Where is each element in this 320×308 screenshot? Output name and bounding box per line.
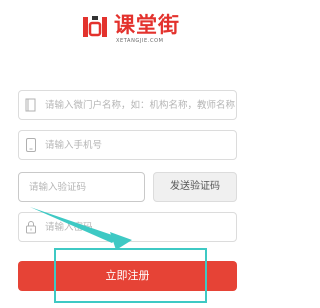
logo-icon: [83, 16, 107, 37]
logo-domain: XETANGJIE.COM: [116, 38, 164, 44]
password-input[interactable]: [45, 213, 235, 241]
register-button[interactable]: 立即注册: [18, 261, 237, 291]
portal-name-field[interactable]: [18, 90, 237, 120]
phone-input[interactable]: [45, 131, 235, 159]
phone-field[interactable]: [18, 130, 237, 160]
document-icon: [25, 98, 36, 112]
logo: 课堂街 XETANGJIE.COM: [70, 10, 190, 46]
register-page: 课堂街 XETANGJIE.COM 发送验证码 立即注册: [0, 0, 260, 308]
phone-icon: [26, 138, 36, 152]
verification-code-field[interactable]: [18, 172, 145, 202]
verification-code-input[interactable]: [29, 173, 141, 201]
password-field[interactable]: [18, 212, 237, 242]
portal-name-input[interactable]: [45, 91, 235, 119]
logo-name: 课堂街: [114, 13, 180, 37]
send-code-button[interactable]: 发送验证码: [153, 172, 237, 202]
lock-icon: [26, 221, 36, 234]
